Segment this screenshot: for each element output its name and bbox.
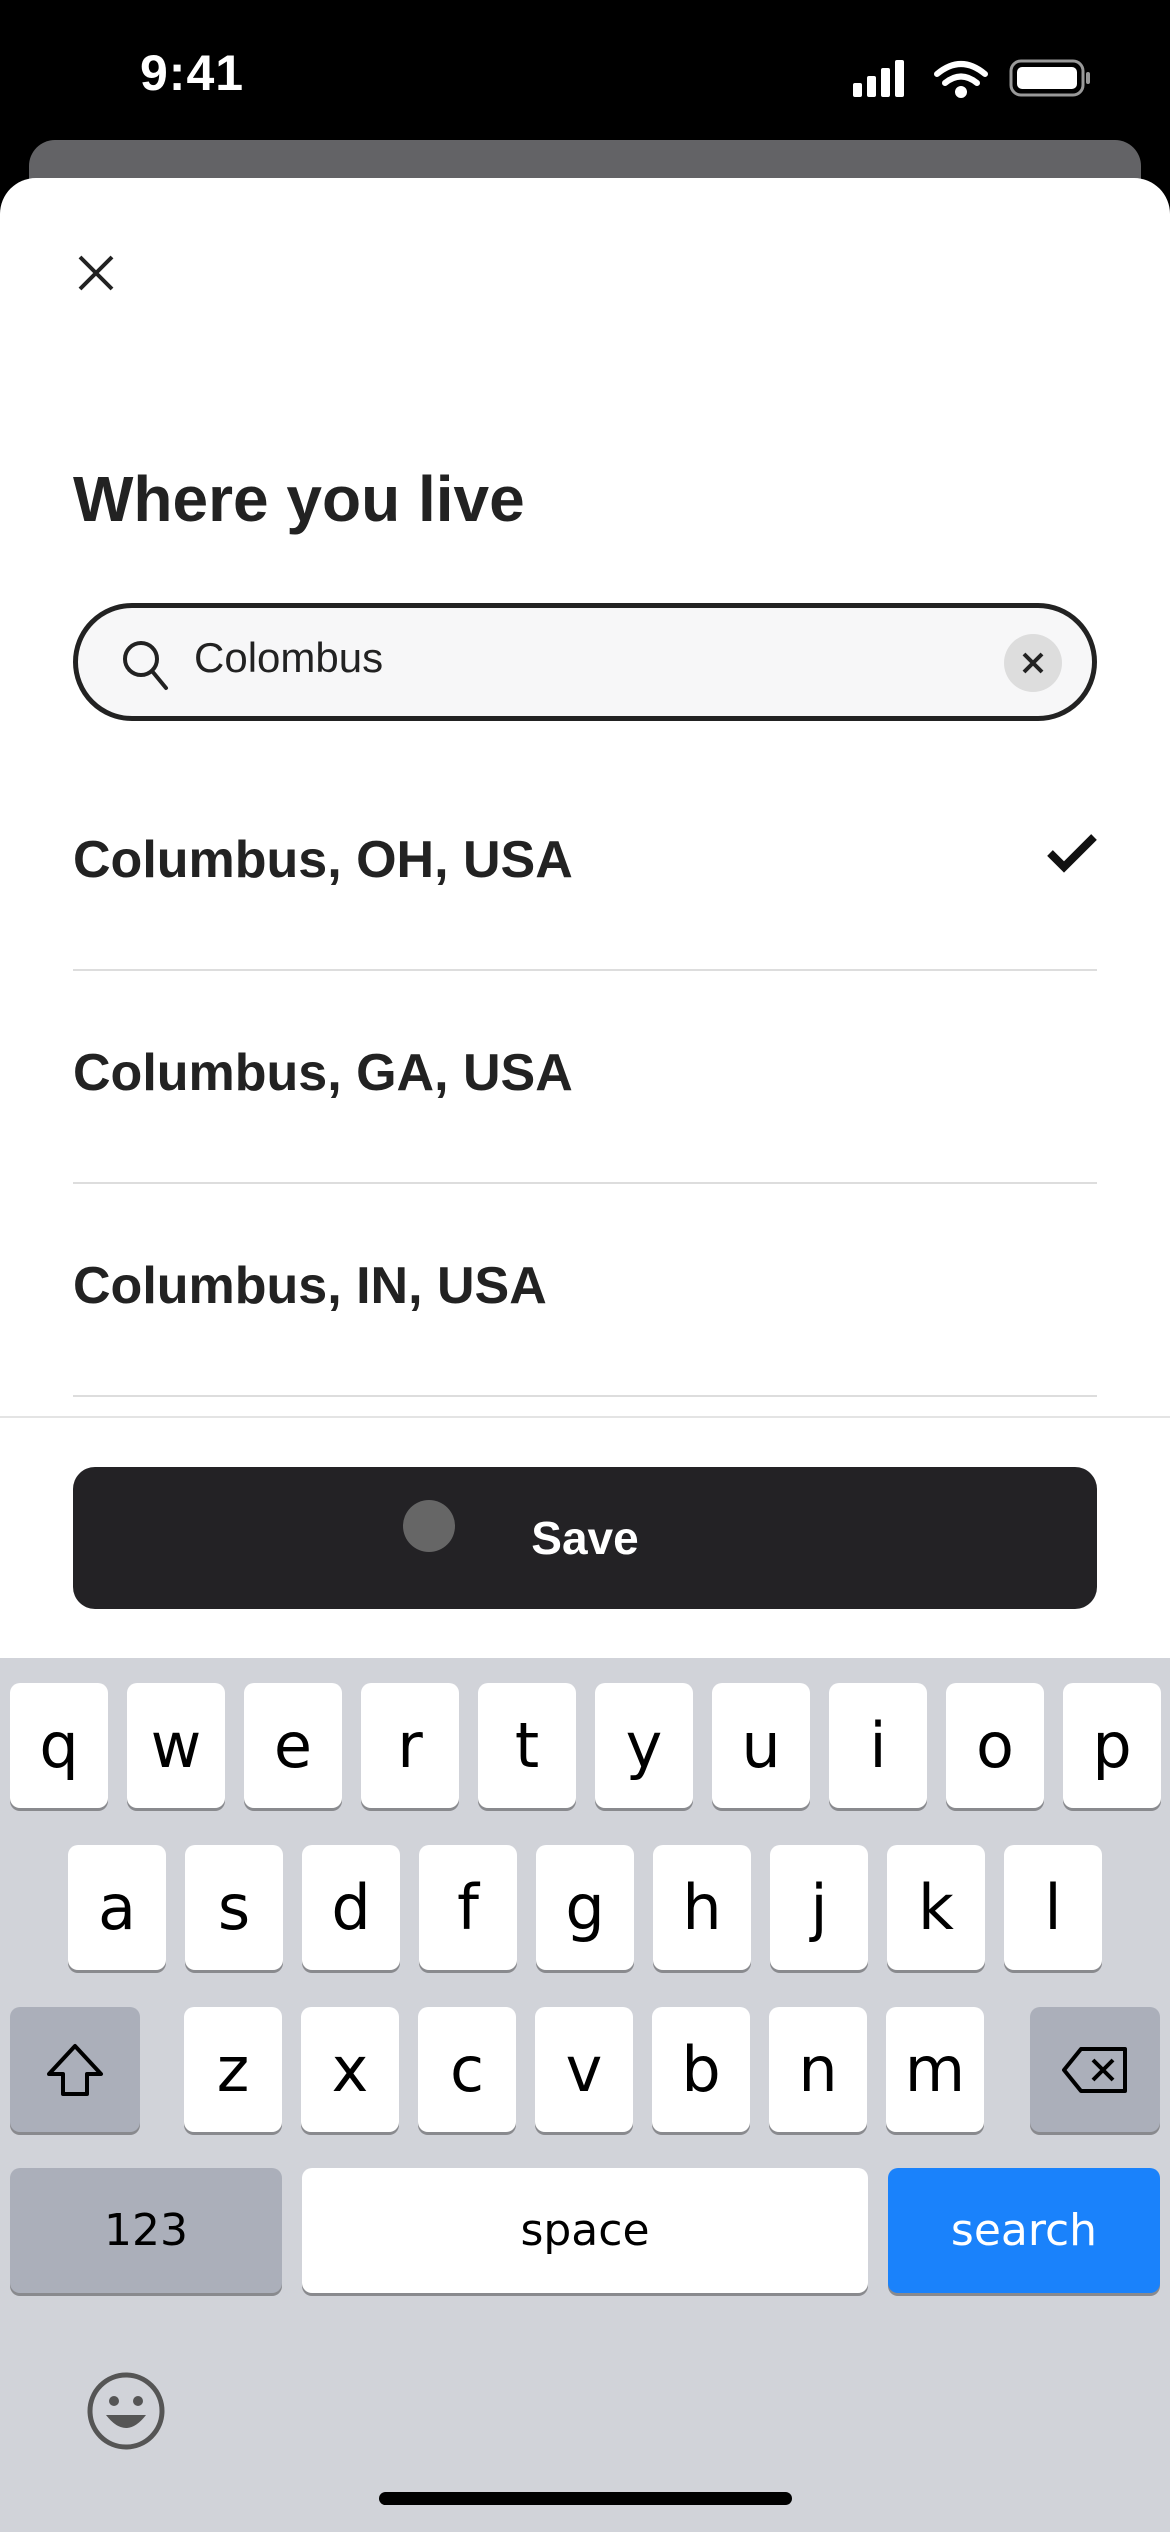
backspace-icon: [1062, 2046, 1127, 2093]
clear-search-button[interactable]: [1004, 634, 1062, 692]
key-o[interactable]: o: [946, 1683, 1044, 1808]
result-label: Columbus, IN, USA: [73, 1257, 547, 1315]
key-y[interactable]: y: [595, 1683, 693, 1808]
battery-icon: [1009, 59, 1090, 97]
result-item[interactable]: Columbus, IN, USA: [73, 1184, 1097, 1397]
key-u[interactable]: u: [712, 1683, 810, 1808]
key-h[interactable]: h: [653, 1845, 751, 1970]
result-item[interactable]: Columbus, OH, USA: [73, 758, 1097, 971]
result-label: Columbus, OH, USA: [73, 831, 573, 889]
key-m[interactable]: m: [886, 2007, 984, 2132]
search-icon: [123, 641, 168, 690]
close-icon[interactable]: [72, 249, 120, 297]
save-button[interactable]: Save: [73, 1467, 1097, 1609]
key-c[interactable]: c: [418, 2007, 516, 2132]
clear-icon: [1022, 652, 1044, 674]
key-r[interactable]: r: [361, 1683, 459, 1808]
key-a[interactable]: a: [68, 1845, 166, 1970]
key-t[interactable]: t: [478, 1683, 576, 1808]
key-l[interactable]: l: [1004, 1845, 1102, 1970]
key-k[interactable]: k: [887, 1845, 985, 1970]
key-i[interactable]: i: [829, 1683, 927, 1808]
shift-icon: [47, 2043, 103, 2096]
status-icons: [853, 59, 1090, 98]
footer-divider: [0, 1416, 1170, 1418]
key-x[interactable]: x: [301, 2007, 399, 2132]
wifi-icon: [934, 61, 988, 98]
key-f[interactable]: f: [419, 1845, 517, 1970]
key-p[interactable]: p: [1063, 1683, 1161, 1808]
key-j[interactable]: j: [770, 1845, 868, 1970]
home-indicator: [379, 2492, 792, 2505]
key-n[interactable]: n: [769, 2007, 867, 2132]
signal-icon: [853, 60, 904, 97]
key-d[interactable]: d: [302, 1845, 400, 1970]
key-v[interactable]: v: [535, 2007, 633, 2132]
page-title: Where you live: [73, 463, 525, 535]
status-time: 9:41: [140, 45, 245, 101]
key-e[interactable]: e: [244, 1683, 342, 1808]
key-w[interactable]: w: [127, 1683, 225, 1808]
key-q[interactable]: q: [10, 1683, 108, 1808]
key-b[interactable]: b: [652, 2007, 750, 2132]
key-g[interactable]: g: [536, 1845, 634, 1970]
key-s[interactable]: s: [185, 1845, 283, 1970]
search-key[interactable]: search: [888, 2168, 1160, 2293]
search-field[interactable]: [73, 603, 1097, 721]
search-input[interactable]: [194, 634, 994, 682]
space-key[interactable]: space: [302, 2168, 868, 2293]
emoji-icon[interactable]: [86, 2371, 166, 2451]
result-item[interactable]: Columbus, GA, USA: [73, 971, 1097, 1184]
numbers-key[interactable]: 123: [10, 2168, 282, 2293]
key-z[interactable]: z: [184, 2007, 282, 2132]
checkmark-icon: [1047, 834, 1097, 873]
result-label: Columbus, GA, USA: [73, 1044, 573, 1102]
backspace-key[interactable]: [1030, 2007, 1160, 2132]
shift-key[interactable]: [10, 2007, 140, 2132]
touch-indicator: [403, 1500, 455, 1552]
